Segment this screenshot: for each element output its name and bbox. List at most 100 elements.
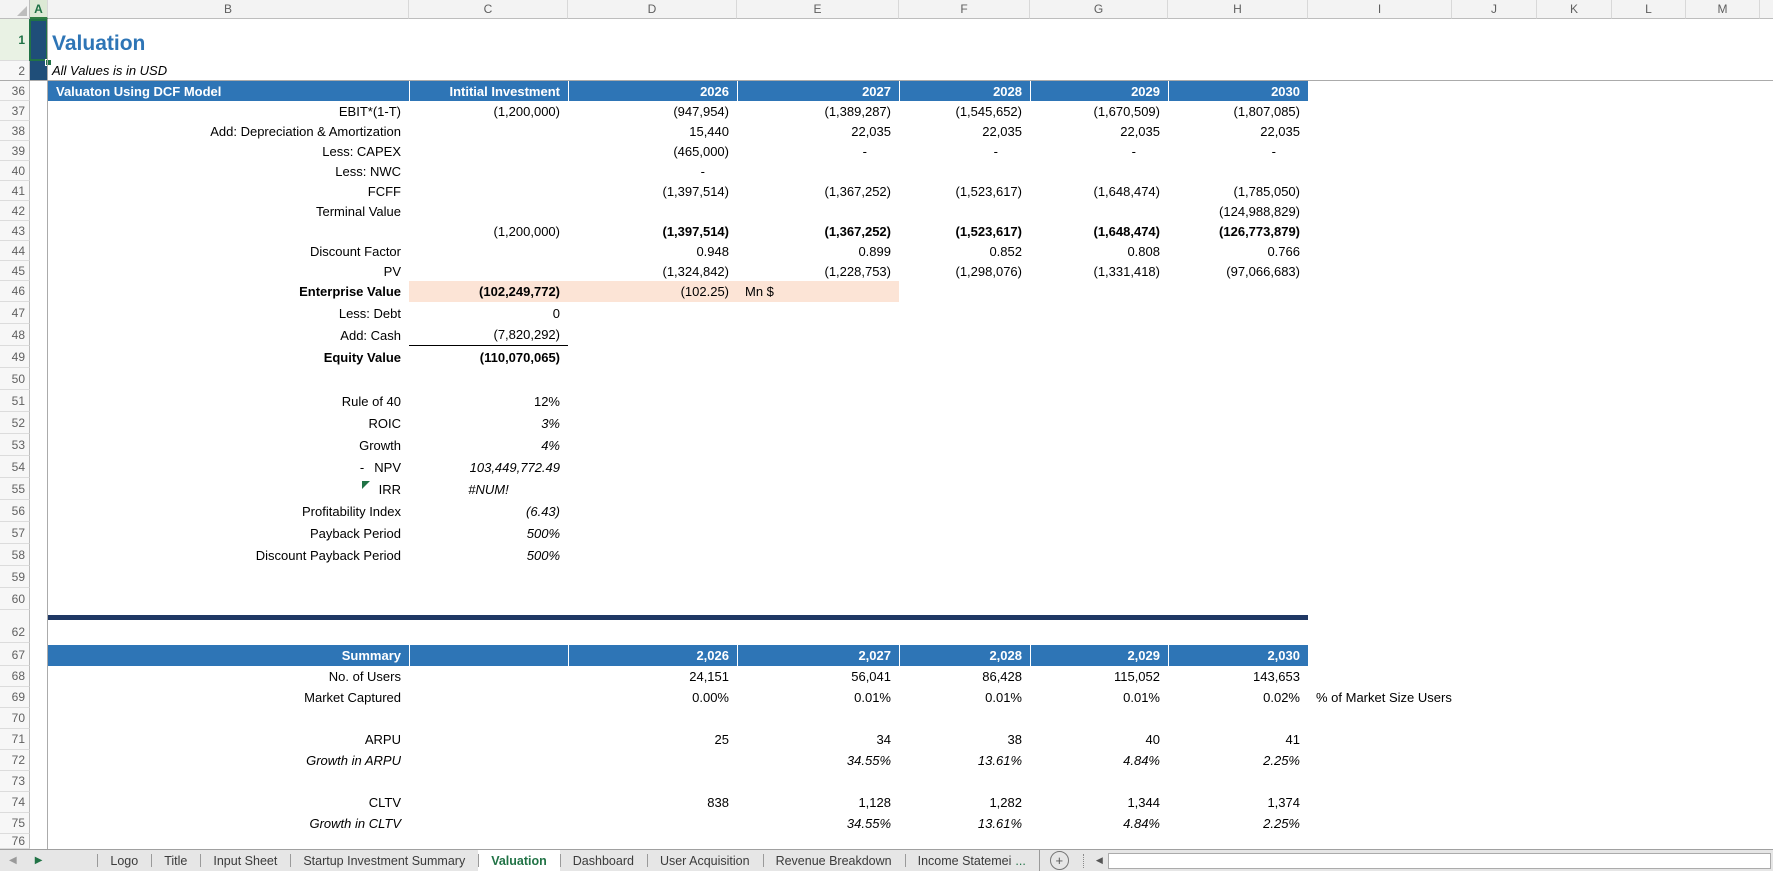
dcf-table-year-header-2[interactable]: 2027 — [737, 81, 899, 101]
row-header-43[interactable]: 43 — [0, 221, 30, 241]
cell-H72[interactable]: 2.25% — [1168, 750, 1308, 771]
row-header-40[interactable]: 40 — [0, 161, 30, 181]
cell-B48[interactable]: Add: Cash — [48, 324, 409, 346]
sheet-tab-input-sheet[interactable]: Input Sheet — [200, 850, 290, 871]
summary-table-year-header-5[interactable]: 2,030 — [1168, 645, 1308, 666]
row-header-70[interactable]: 70 — [0, 708, 30, 729]
row-header-57[interactable]: 57 — [0, 522, 30, 544]
cell-F74[interactable]: 1,282 — [899, 792, 1030, 813]
cell-C54[interactable]: 103,449,772.49 — [409, 456, 568, 478]
cell-C57[interactable]: 500% — [409, 522, 568, 544]
cell-H42[interactable]: (124,988,829) — [1168, 201, 1308, 221]
column-header-E[interactable]: E — [737, 0, 899, 19]
cell-B46[interactable]: Enterprise Value — [48, 281, 409, 302]
row-header-48[interactable]: 48 — [0, 324, 30, 346]
cell-D40[interactable]: - — [568, 161, 737, 181]
cell-B47[interactable]: Less: Debt — [48, 302, 409, 324]
select-all-corner[interactable] — [0, 0, 30, 19]
column-header-J[interactable]: J — [1452, 0, 1537, 19]
cell-H74[interactable]: 1,374 — [1168, 792, 1308, 813]
row-header-37[interactable]: 37 — [0, 101, 30, 121]
column-header-A[interactable]: A — [30, 0, 48, 19]
cell-B75[interactable]: Growth in CLTV — [48, 813, 409, 834]
next-sheet-arrow-icon[interactable]: ▶ — [26, 850, 52, 871]
summary-table-year-header-3[interactable]: 2,028 — [899, 645, 1030, 666]
column-header-H[interactable]: H — [1168, 0, 1308, 19]
cell-B49[interactable]: Equity Value — [48, 346, 409, 368]
cell-D39[interactable]: (465,000) — [568, 141, 737, 161]
cell-D38[interactable]: 15,440 — [568, 121, 737, 141]
cell-B71[interactable]: ARPU — [48, 729, 409, 750]
cell-B40[interactable]: Less: NWC — [48, 161, 409, 181]
row-header-62[interactable]: 62 — [0, 622, 30, 643]
cell-D41[interactable]: (1,397,514) — [568, 181, 737, 201]
cell-B42[interactable]: Terminal Value — [48, 201, 409, 221]
row-header-56[interactable]: 56 — [0, 500, 30, 522]
cell-G68[interactable]: 115,052 — [1030, 666, 1168, 687]
column-header-C[interactable]: C — [409, 0, 568, 19]
row-header-74[interactable]: 74 — [0, 792, 30, 813]
summary-table-year-header-2[interactable]: 2,027 — [737, 645, 899, 666]
cell-B74[interactable]: CLTV — [48, 792, 409, 813]
cell-B68[interactable]: No. of Users — [48, 666, 409, 687]
row-header-46[interactable]: 46 — [0, 281, 30, 302]
column-header-K[interactable]: K — [1537, 0, 1612, 19]
sheet-tab-title[interactable]: Title — [151, 850, 200, 871]
cell-B51[interactable]: Rule of 40 — [48, 390, 409, 412]
cell-B69[interactable]: Market Captured — [48, 687, 409, 708]
row-header-39[interactable]: 39 — [0, 141, 30, 161]
cell-D37[interactable]: (947,954) — [568, 101, 737, 121]
cell-H45[interactable]: (97,066,683) — [1168, 261, 1308, 281]
row-header-50[interactable]: 50 — [0, 368, 30, 390]
row-header-45[interactable]: 45 — [0, 261, 30, 281]
column-header-F[interactable]: F — [899, 0, 1030, 19]
cell-D44[interactable]: 0.948 — [568, 241, 737, 261]
row-header-53[interactable]: 53 — [0, 434, 30, 456]
cell-B38[interactable]: Add: Depreciation & Amortization — [48, 121, 409, 141]
cell-C51[interactable]: 12% — [409, 390, 568, 412]
cell-E45[interactable]: (1,228,753) — [737, 261, 899, 281]
row-header-71[interactable]: 71 — [0, 729, 30, 750]
cell-C47[interactable]: 0 — [409, 302, 568, 324]
row-header-49[interactable]: 49 — [0, 346, 30, 368]
horizontal-scrollbar[interactable] — [1107, 852, 1771, 869]
cell-G75[interactable]: 4.84% — [1030, 813, 1168, 834]
cell-B56[interactable]: Profitability Index — [48, 500, 409, 522]
cell-F68[interactable]: 86,428 — [899, 666, 1030, 687]
sheet-tab-revenue-breakdown[interactable]: Revenue Breakdown — [762, 850, 905, 871]
cell-F39[interactable]: - — [899, 141, 1030, 161]
cell-D68[interactable]: 24,151 — [568, 666, 737, 687]
cell-G41[interactable]: (1,648,474) — [1030, 181, 1168, 201]
cell-E72[interactable]: 34.55% — [737, 750, 899, 771]
cell-B52[interactable]: ROIC — [48, 412, 409, 434]
cell-D43[interactable]: (1,397,514) — [568, 221, 737, 241]
cell-B41[interactable]: FCFF — [48, 181, 409, 201]
summary-table-col-c-header[interactable] — [409, 645, 568, 666]
cell-H39[interactable]: - — [1168, 141, 1308, 161]
column-header-I[interactable]: I — [1308, 0, 1452, 19]
dcf-table-year-header-4[interactable]: 2029 — [1030, 81, 1168, 101]
dcf-table-year-header-3[interactable]: 2028 — [899, 81, 1030, 101]
sheet-tab-user-acquisition[interactable]: User Acquisition — [646, 850, 763, 871]
row-header-59[interactable]: 59 — [0, 566, 30, 588]
sheet-tab-logo[interactable]: Logo — [97, 850, 151, 871]
row-header-75[interactable]: 75 — [0, 813, 30, 834]
cell-H75[interactable]: 2.25% — [1168, 813, 1308, 834]
cell-E71[interactable]: 34 — [737, 729, 899, 750]
cell-D69[interactable]: 0.00% — [568, 687, 737, 708]
row-header-76[interactable]: 76 — [0, 834, 30, 849]
row-header-51[interactable]: 51 — [0, 390, 30, 412]
prev-sheet-arrow-icon[interactable]: ◀ — [0, 850, 26, 871]
row-header-55[interactable]: 55 — [0, 478, 30, 500]
cell-H69[interactable]: 0.02% — [1168, 687, 1308, 708]
cell-H43[interactable]: (126,773,879) — [1168, 221, 1308, 241]
cell-G74[interactable]: 1,344 — [1030, 792, 1168, 813]
row-header-36[interactable]: 36 — [0, 81, 30, 101]
cell-B39[interactable]: Less: CAPEX — [48, 141, 409, 161]
sheet-tab-dashboard[interactable]: Dashboard — [559, 850, 647, 871]
cell-F44[interactable]: 0.852 — [899, 241, 1030, 261]
sheet-tab-startup-investment-summary[interactable]: Startup Investment Summary — [290, 850, 478, 871]
cell-E74[interactable]: 1,128 — [737, 792, 899, 813]
cell-D46[interactable]: (102.25) — [568, 281, 737, 302]
row-header-54[interactable]: 54 — [0, 456, 30, 478]
